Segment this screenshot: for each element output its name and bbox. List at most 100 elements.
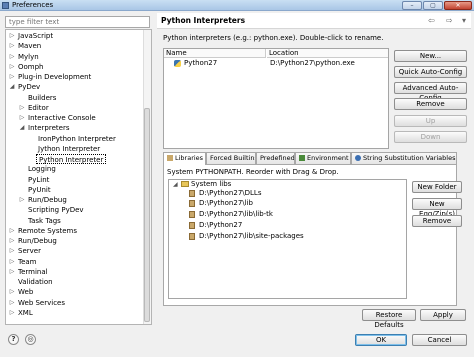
apply-button[interactable]: Apply	[420, 309, 466, 321]
interpreter-name-cell[interactable]: Python27	[184, 59, 217, 67]
tree-item[interactable]: ◢ Interpreters	[20, 123, 70, 133]
folder-icon	[181, 181, 189, 187]
tree-toggle-icon[interactable]: ▷	[8, 52, 16, 62]
tree-item-label: PyDev	[18, 83, 41, 92]
library-path-item[interactable]: D:\Python27\lib	[199, 199, 253, 208]
tree-item-label: Run/Debug	[18, 237, 57, 245]
tree-item[interactable]: ▷ Mylyn	[10, 52, 39, 62]
tree-item[interactable]: PyLint	[28, 175, 49, 185]
tab-predefined[interactable]: Predefined	[256, 152, 295, 164]
tree-toggle-icon[interactable]: ▷	[18, 195, 26, 205]
tree-item[interactable]: ▷ Team	[10, 257, 37, 267]
tree-item[interactable]: ▷ Web	[10, 287, 34, 297]
interpreter-location-cell[interactable]: D:\Python27\python.exe	[270, 59, 355, 67]
tree-toggle-icon[interactable]: ▷	[18, 103, 26, 113]
tree-toggle-icon[interactable]: ▷	[8, 246, 16, 256]
system-libs-node[interactable]: System libs	[191, 180, 231, 189]
tree-toggle-icon[interactable]: ▷	[18, 113, 26, 123]
library-path-item[interactable]: D:\Python27	[199, 221, 242, 230]
tree-item[interactable]: ▷ XML	[10, 308, 33, 318]
ok-button[interactable]: OK	[355, 334, 407, 346]
tree-item[interactable]: ▷ Editor	[20, 103, 49, 113]
new-folder-button[interactable]: New Folder	[412, 181, 462, 193]
tree-item-label: Editor	[28, 103, 49, 112]
tree-item-label: Plug-in Development	[18, 73, 92, 81]
tree-item[interactable]: IronPython Interpreter	[38, 134, 116, 144]
tree-item[interactable]: Jython Interpreter	[38, 144, 100, 154]
tree-toggle-icon[interactable]: ▷	[8, 31, 16, 41]
tree-toggle-icon[interactable]: ▷	[8, 236, 16, 246]
tab-forced-builtins[interactable]: Forced Builtins	[206, 152, 256, 164]
library-path-item[interactable]: D:\Python27\lib\site-packages	[199, 232, 304, 241]
new-interpreter-button[interactable]: New...	[394, 50, 467, 62]
tree-item-label: Web	[18, 288, 34, 297]
tree-toggle-icon[interactable]: ▷	[8, 308, 16, 318]
tree-item[interactable]: Python Interpreter	[36, 154, 107, 164]
tree-item[interactable]: ▷ Run/Debug	[20, 195, 67, 205]
environment-icon	[299, 155, 305, 161]
remove-library-button[interactable]: Remove	[412, 215, 462, 227]
tree-item[interactable]: Logging	[28, 164, 56, 174]
maximize-button[interactable]: ▢	[423, 1, 443, 10]
library-path-item[interactable]: D:\Python27\lib\lib-tk	[199, 210, 273, 219]
new-egg-zip-button[interactable]: New Egg/Zip(s)	[412, 198, 462, 218]
advanced-auto-config-button[interactable]: Advanced Auto-Config	[394, 82, 467, 102]
tree-toggle-icon[interactable]: ▷	[8, 257, 16, 267]
interpreters-description: Python interpreters (e.g.: python.exe). …	[163, 34, 384, 42]
tree-item[interactable]: ▷ Interactive Console	[20, 113, 96, 123]
column-header-location[interactable]: Location	[267, 49, 388, 58]
tree-item[interactable]: Scripting PyDev	[28, 205, 84, 215]
tree-toggle-icon[interactable]: ▷	[8, 267, 16, 277]
python-icon	[174, 60, 181, 67]
filter-input[interactable]	[5, 16, 150, 28]
tree-item[interactable]: Validation	[18, 277, 53, 287]
library-path-item[interactable]: D:\Python27\DLLs	[199, 189, 261, 198]
tree-item-label: Jython Interpreter	[38, 144, 101, 153]
view-menu-icon[interactable]: ▾	[462, 16, 466, 25]
tree-toggle-icon[interactable]: ▷	[8, 72, 16, 82]
tree-scroll-thumb[interactable]	[144, 108, 150, 322]
tree-item[interactable]: ▷ Oomph	[10, 62, 44, 72]
tree-item[interactable]: ▷ Run/Debug	[10, 236, 57, 246]
library-jar-icon	[189, 211, 195, 218]
tree-item[interactable]: ◢ PyDev	[10, 82, 41, 92]
tree-item[interactable]: PyUnit	[28, 185, 51, 195]
tree-toggle-icon[interactable]: ▷	[8, 226, 16, 236]
cancel-button[interactable]: Cancel	[412, 334, 467, 346]
down-button[interactable]: Down	[394, 131, 467, 143]
remove-interpreter-button[interactable]: Remove	[394, 98, 467, 110]
tree-item[interactable]: ▷ Maven	[10, 41, 42, 51]
tree-item-label: Maven	[18, 42, 42, 51]
tree-toggle-icon[interactable]: ▷	[8, 298, 16, 308]
import-export-icon[interactable]: ◎	[25, 334, 36, 345]
tree-item[interactable]: ▷ Server	[10, 246, 41, 256]
forward-arrow-icon[interactable]: ⇨	[446, 16, 453, 25]
tree-item[interactable]: Builders	[28, 93, 56, 103]
tree-toggle-icon[interactable]: ◢	[8, 82, 16, 92]
tree-item-label: JavaScript	[18, 32, 54, 40]
system-libs-toggle[interactable]: ◢	[173, 180, 178, 189]
tab-string-substitution[interactable]: String Substitution Variables	[351, 152, 457, 164]
tree-item[interactable]: ▷ JavaScript	[10, 31, 54, 41]
tree-item[interactable]: ▷ Plug-in Development	[10, 72, 92, 82]
column-header-name[interactable]: Name	[164, 49, 266, 58]
tree-item[interactable]: Task Tags	[28, 216, 61, 226]
tree-item[interactable]: ▷ Remote Systems	[10, 226, 77, 236]
tree-item-label: Python Interpreter	[39, 156, 104, 164]
close-window-button[interactable]: ✕	[444, 1, 472, 10]
tree-item-label: IronPython Interpreter	[38, 134, 116, 143]
tree-item[interactable]: ▷ Terminal	[10, 267, 48, 277]
help-icon[interactable]: ?	[8, 334, 19, 345]
quick-auto-config-button[interactable]: Quick Auto-Config	[394, 66, 467, 78]
restore-defaults-button[interactable]: Restore Defaults	[362, 309, 416, 329]
up-button[interactable]: Up	[394, 115, 467, 127]
tree-toggle-icon[interactable]: ▷	[8, 41, 16, 51]
tree-toggle-icon[interactable]: ▷	[8, 287, 16, 297]
tree-item[interactable]: ▷ Web Services	[10, 298, 65, 308]
tab-libraries[interactable]: Libraries	[163, 152, 206, 165]
tree-toggle-icon[interactable]: ▷	[8, 62, 16, 72]
back-arrow-icon[interactable]: ⇦	[428, 16, 435, 25]
tab-environment[interactable]: Environment	[295, 152, 351, 164]
tree-toggle-icon[interactable]: ◢	[18, 123, 26, 133]
minimize-button[interactable]: –	[402, 1, 422, 10]
